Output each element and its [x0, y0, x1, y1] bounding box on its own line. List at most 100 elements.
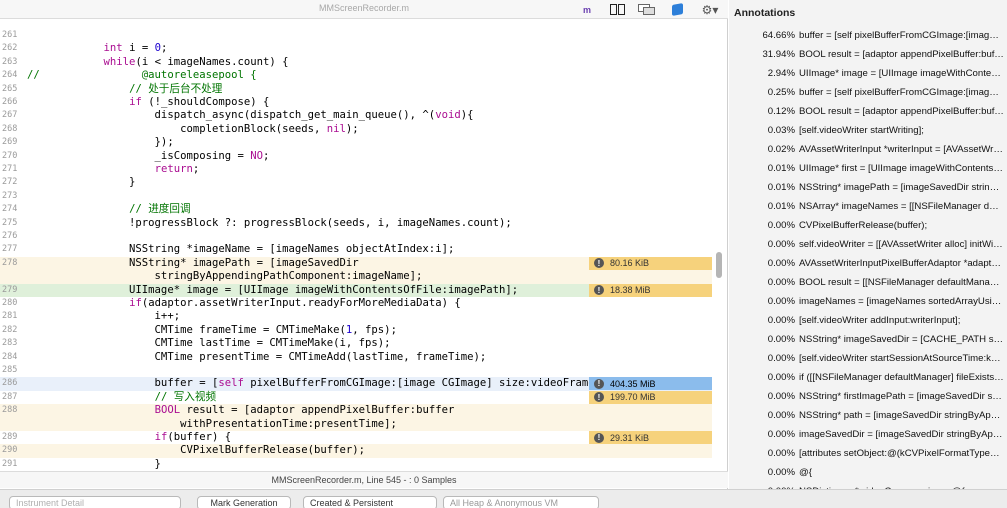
code-line[interactable]: 267 dispatch_async(dispatch_get_main_que… — [0, 109, 712, 122]
allocation-badge[interactable]: ! 199.70 MiB — [589, 390, 712, 404]
annotation-code: imageNames = [imageNames sortedArrayUsin… — [799, 296, 1004, 307]
code-line[interactable]: 283 CMTime lastTime = CMTimeMake(i, fps)… — [0, 337, 712, 350]
annotation-row[interactable]: 64.66% buffer = [self pixelBufferFromCGIm… — [729, 26, 1007, 45]
instrument-detail-field[interactable]: Instrument Detail — [9, 496, 181, 508]
code-line[interactable]: 263 while(i < imageNames.count) { — [0, 56, 712, 69]
code-line[interactable]: 275 !progressBlock ?: progressBlock(seed… — [0, 217, 712, 230]
split-columns-icon[interactable] — [608, 3, 626, 16]
editor-status-bar: MMScreenRecorder.m, Line 545 - : 0 Sampl… — [0, 471, 728, 488]
allocation-badge[interactable]: ! 80.16 KiB — [589, 256, 712, 270]
line-number: 270 — [2, 150, 18, 161]
code-line[interactable]: 284 CMTime presentTime = CMTimeAdd(lastT… — [0, 351, 712, 364]
annotation-row[interactable]: 31.94% BOOL result = [adaptor appendPixel… — [729, 45, 1007, 64]
documentation-book-icon[interactable] — [670, 3, 684, 16]
annotation-percentage: 0.00% — [767, 391, 795, 402]
code-line[interactable]: 276 — [0, 230, 712, 243]
code-view[interactable]: 261 262 int i = 0; 263 while(i < imageName… — [0, 19, 728, 471]
annotation-row[interactable]: 0.00% imageSavedDir = [imageSavedDir stri… — [729, 425, 1007, 444]
annotation-row[interactable]: 0.00% @{ — [729, 463, 1007, 482]
code-text: while(i < imageNames.count) { — [103, 55, 289, 68]
annotation-code: UIImage* first = [UIImage imageWithConte… — [799, 163, 1004, 174]
annotation-row[interactable]: 0.00% imageNames = [imageNames sortedArra… — [729, 292, 1007, 311]
code-line[interactable]: 281 i++; — [0, 310, 712, 323]
gear-icon[interactable]: ⚙▾ — [700, 3, 720, 17]
annotation-code: NSArray* imageNames = [[NSFileManager de… — [799, 201, 1004, 212]
annotation-row[interactable]: 0.01% NSArray* imageNames = [[NSFileManag… — [729, 197, 1007, 216]
code-line[interactable]: 277 NSString *imageName = [imageNames ob… — [0, 243, 712, 256]
code-line[interactable]: 265 // 处于后台不处理 — [0, 83, 712, 96]
annotation-row[interactable]: 0.00% [attributes setObject:@(kCVPixelFor… — [729, 444, 1007, 463]
code-line[interactable]: withPresentationTime:presentTime]; — [0, 417, 712, 431]
annotation-percentage: 64.66% — [762, 30, 795, 41]
code-text: }); — [27, 136, 174, 149]
objc-file-icon[interactable]: m — [580, 3, 594, 16]
source-editor-pane: MMScreenRecorder.m m ⚙▾ 261 262 int i = 0… — [0, 0, 728, 508]
warning-icon: ! — [594, 378, 604, 389]
annotation-code: NSString* imageSavedDir = [CACHE_PATH st… — [799, 334, 1004, 345]
code-line[interactable]: 261 — [0, 29, 712, 42]
annotation-row[interactable]: 0.00% NSString* imageSavedDir = [CACHE_PA… — [729, 330, 1007, 349]
mark-generation-button[interactable]: Mark Generation — [197, 496, 291, 508]
annotation-row[interactable]: 0.12% BOOL result = [adaptor appendPixelB… — [729, 102, 1007, 121]
code-text: int i = 0; — [103, 42, 168, 55]
line-number: 262 — [2, 43, 18, 54]
allocation-badge[interactable]: ! 404.35 MiB — [589, 377, 712, 391]
annotation-code: BOOL result = [[NSFileManager defaultMan… — [799, 277, 1004, 288]
annotation-row[interactable]: 0.00% BOOL result = [[NSFileManager defau… — [729, 273, 1007, 292]
code-text: UIImage* image = [UIImage imageWithConte… — [27, 283, 519, 296]
code-line[interactable]: 271 return; — [0, 163, 712, 176]
allocation-badge[interactable]: ! 18.38 MiB — [589, 283, 712, 297]
annotation-percentage: 0.01% — [767, 182, 795, 193]
allocation-size: 18.38 MiB — [610, 285, 651, 296]
annotation-row[interactable]: 0.00% self.videoWriter = [[AVAssetWriter … — [729, 235, 1007, 254]
line-number: 265 — [2, 83, 18, 94]
line-number: 273 — [2, 190, 18, 201]
code-line[interactable]: 264 // @autoreleasepool { — [0, 69, 712, 82]
annotation-row[interactable]: 0.00% CVPixelBufferRelease(buffer); — [729, 216, 1007, 235]
annotation-row[interactable]: 2.94% UIImage* image = [UIImage imageWith… — [729, 64, 1007, 83]
annotation-row[interactable]: 0.03% [self.videoWriter startWriting]; — [729, 121, 1007, 140]
code-text: buffer = [self pixelBufferFromCGImage:[i… — [27, 377, 633, 390]
warning-icon: ! — [594, 392, 604, 403]
allocation-badge[interactable]: ! 29.31 KiB — [589, 431, 712, 444]
allocation-type-select[interactable]: All Heap & Anonymous VM — [443, 496, 599, 508]
line-number: 280 — [2, 298, 18, 308]
annotation-percentage: 0.00% — [767, 467, 795, 478]
code-line[interactable]: 288 BOOL result = [adaptor appendPixelBu… — [0, 404, 712, 418]
code-line[interactable]: 285 — [0, 364, 712, 377]
annotation-percentage: 0.00% — [767, 239, 795, 250]
line-number: 269 — [2, 137, 18, 148]
annotation-row[interactable]: 0.00% [self.videoWriter startSessionAtSou… — [729, 349, 1007, 368]
code-line[interactable]: 291 } — [0, 458, 712, 471]
code-line[interactable]: 272 } — [0, 176, 712, 189]
code-line[interactable]: 273 — [0, 190, 712, 203]
code-text: if (!_shouldCompose) { — [129, 96, 270, 108]
annotation-row[interactable]: 0.00% NSString* firstImagePath = [imageSa… — [729, 387, 1007, 406]
annotation-percentage: 0.00% — [767, 429, 795, 440]
allocation-size: 80.16 KiB — [610, 258, 650, 269]
annotation-row[interactable]: 0.00% [self.videoWriter addInput:writerIn… — [729, 311, 1007, 330]
allocation-lifespan-select[interactable]: Created & Persistent — [303, 496, 437, 508]
vertical-scrollbar[interactable] — [716, 252, 722, 278]
code-line[interactable]: 290 CVPixelBufferRelease(buffer); — [0, 444, 712, 458]
code-line[interactable]: 280 if(adaptor.assetWriterInput.readyFor… — [0, 297, 712, 310]
code-line[interactable]: 262 int i = 0; — [0, 42, 712, 55]
annotation-code: AVAssetWriterInputPixelBufferAdaptor *ad… — [799, 258, 1004, 269]
annotation-row[interactable]: 0.01% NSString* imagePath = [imageSavedDi… — [729, 178, 1007, 197]
annotation-row[interactable]: 0.25% buffer = [self pixelBufferFromCGIma… — [729, 83, 1007, 102]
code-line[interactable]: 282 CMTime frameTime = CMTimeMake(1, fps… — [0, 324, 712, 337]
code-line[interactable]: 270 _isComposing = NO; — [0, 150, 712, 163]
annotation-row[interactable]: 0.01% UIImage* first = [UIImage imageWith… — [729, 159, 1007, 178]
annotation-row[interactable]: 0.00% if ([[NSFileManager defaultManager]… — [729, 368, 1007, 387]
code-text: withPresentationTime:presentTime]; — [27, 417, 397, 430]
annotation-row[interactable]: 0.02% AVAssetWriterInput *writerInput = [… — [729, 140, 1007, 159]
annotation-percentage: 2.94% — [767, 68, 795, 79]
annotation-row[interactable]: 0.00% NSString* path = [imageSavedDir str… — [729, 406, 1007, 425]
code-line[interactable]: 268 completionBlock(seeds, nil); — [0, 123, 712, 136]
code-line[interactable]: 266 if (!_shouldCompose) { — [0, 96, 712, 109]
code-line[interactable]: stringByAppendingPathComponent:imageName… — [0, 270, 712, 284]
annotation-row[interactable]: 0.00% AVAssetWriterInputPixelBufferAdapto… — [729, 254, 1007, 273]
overlapping-windows-icon[interactable] — [636, 3, 658, 16]
code-line[interactable]: 274 // 进度回调 — [0, 203, 712, 216]
code-line[interactable]: 269 }); — [0, 136, 712, 149]
